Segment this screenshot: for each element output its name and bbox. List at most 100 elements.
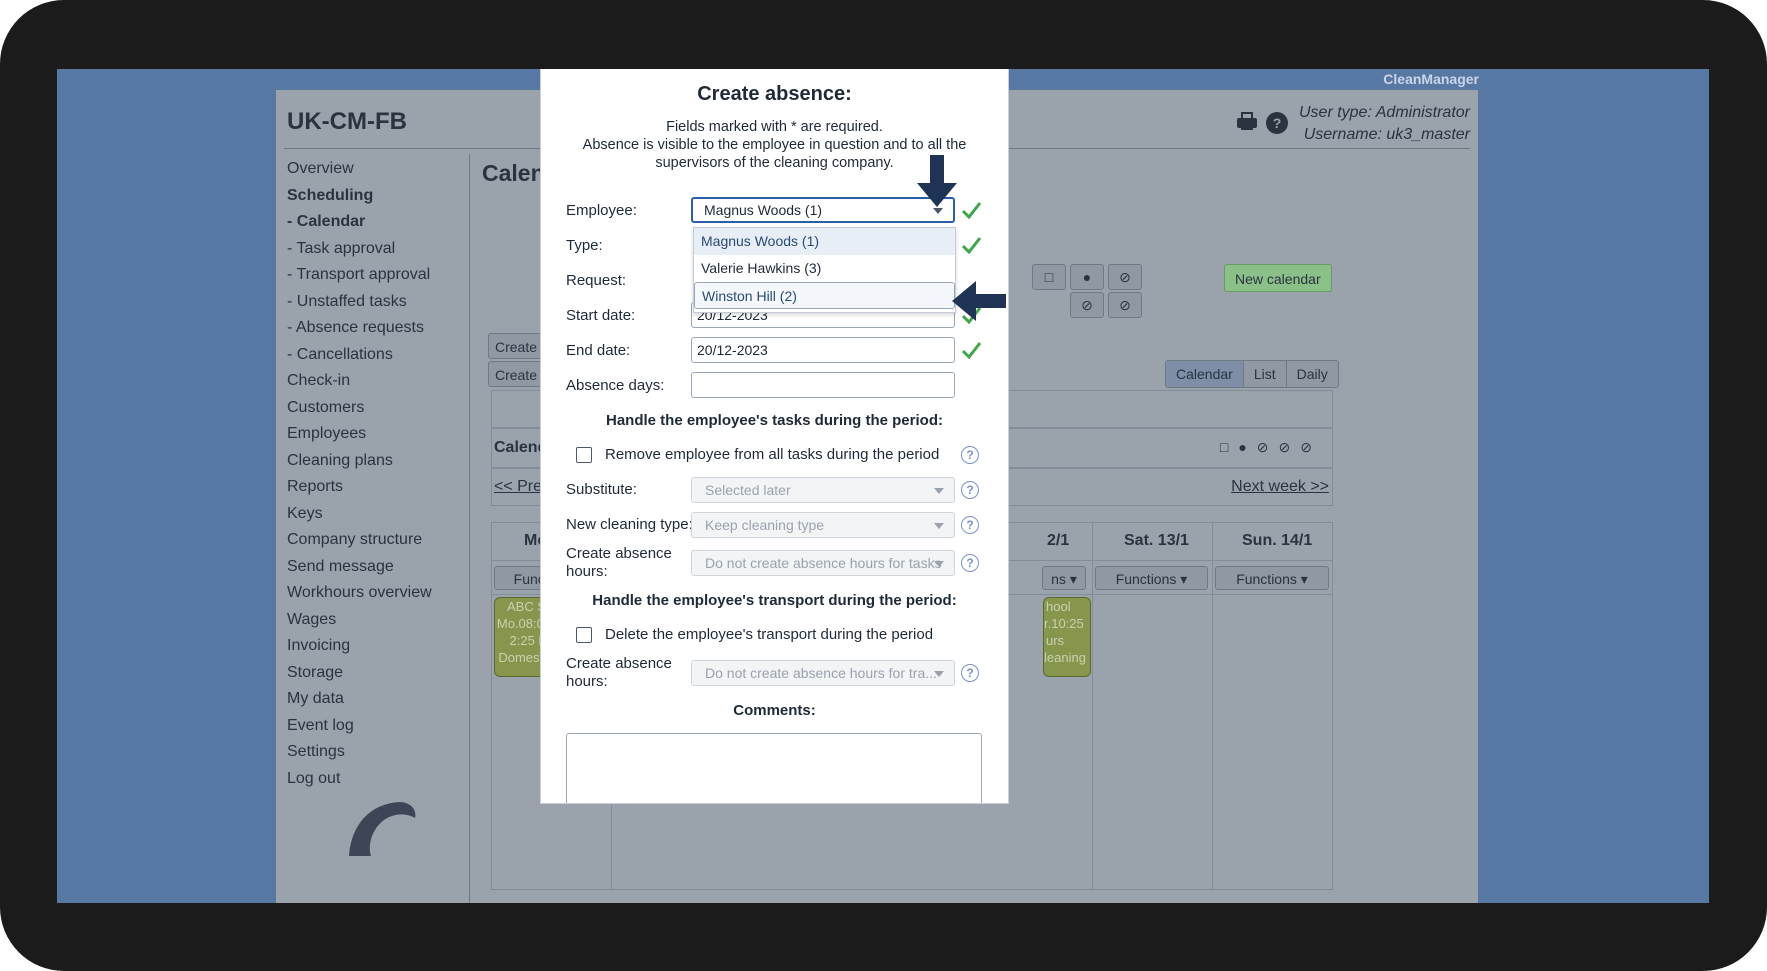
sidebar-item[interactable]: Event log [287,713,487,740]
sidebar-item[interactable]: Overview [287,156,487,183]
absence-hours-transport-label: Create absence hours: [566,655,672,690]
substitute-label: Substitute: [566,481,637,498]
view-list-tab[interactable]: List [1242,361,1286,387]
task-card-fri[interactable]: hool r.10:25 urs leaning [1043,597,1091,677]
request-label: Request: [566,272,627,289]
printer-icon[interactable] [1236,112,1258,132]
absence-hours-tasks-select[interactable]: Do not create absence hours for tasks [691,550,955,576]
view-calendar-tab[interactable]: Calendar [1166,361,1243,387]
end-date-label: End date: [566,342,631,359]
help-icon[interactable]: ? [961,664,979,682]
comments-textarea[interactable] [566,733,982,803]
new-calendar-button[interactable]: New calendar [1224,264,1332,292]
day-header-fri: 2/1 [1047,532,1070,549]
comments-label: Comments: [733,702,816,719]
sidebar-item[interactable]: - Absence requests [287,315,487,342]
username: Username: uk3_master [1303,126,1470,143]
transport-heading: Handle the employee's transport during t… [592,592,957,609]
sidebar-item[interactable]: Customers [287,395,487,422]
sidebar-item[interactable]: Keys [287,501,487,528]
help-icon[interactable]: ? [961,554,979,572]
functions-button-sun[interactable]: Functions ▾ [1215,566,1329,590]
cleaning-type-select[interactable]: Keep cleaning type [691,512,955,538]
help-icon[interactable]: ? [961,516,979,534]
sidebar-item[interactable]: Scheduling [287,183,487,210]
sidebar-item[interactable]: Company structure [287,527,487,554]
sidebar-divider [469,154,470,903]
no-person-alt-icon[interactable]: ⊘ [1108,292,1142,318]
remove-from-tasks-label: Remove employee from all tasks during th… [605,446,940,463]
grid-col-line [1092,522,1093,890]
day-header-sun: Sun. 14/1 [1242,532,1313,549]
sidebar-item[interactable]: - Cancellations [287,342,487,369]
user-info: User type: Administrator Username: uk3_m… [1299,102,1470,146]
delete-transport-label: Delete the employee's transport during t… [605,626,934,643]
screen: CleanManager UK-CM-FB ? User type: Admin… [57,69,1709,903]
sidebar-nav: Overview Scheduling - Calendar - Task app… [287,156,487,792]
sidebar-item[interactable]: Invoicing [287,633,487,660]
sidebar-item[interactable]: - Calendar [287,209,487,236]
new-cleaning-type-label: New cleaning type: [566,516,693,533]
employee-option[interactable]: Magnus Woods (1) [694,228,955,255]
tasks-heading: Handle the employee's tasks during the p… [606,412,943,429]
chevron-down-icon [934,561,944,567]
delete-transport-checkbox[interactable] [576,627,592,643]
view-switcher: Calendar List Daily [1165,360,1339,388]
sidebar-item[interactable]: Send message [287,554,487,581]
help-icon[interactable]: ? [961,481,979,499]
header-icons: ? [1236,112,1288,134]
absence-hours-tasks-label: Create absence hours: [566,545,672,580]
user-type: User type: Administrator [1298,104,1470,121]
no-document-icon[interactable]: ⊘ [1108,264,1142,290]
no-person-icon[interactable]: ⊘ [1070,292,1104,318]
day-header-sat: Sat. 13/1 [1124,532,1189,549]
sidebar-item[interactable]: Check-in [287,368,487,395]
check-icon [961,342,982,360]
remove-from-tasks-checkbox[interactable] [576,447,592,463]
sidebar-item[interactable]: Storage [287,660,487,687]
chevron-down-icon [934,488,944,494]
end-date-field[interactable]: 20/12-2023 [691,337,955,363]
check-icon [961,237,982,255]
sidebar-item[interactable]: - Unstaffed tasks [287,289,487,316]
check-icon [961,202,982,220]
employee-label: Employee: [566,202,637,219]
company-title: UK-CM-FB [287,108,407,135]
company-logo [349,802,416,856]
sidebar-item[interactable]: Wages [287,607,487,634]
sidebar-item[interactable]: - Transport approval [287,262,487,289]
sidebar-item[interactable]: Employees [287,421,487,448]
sidebar-item[interactable]: - Task approval [287,236,487,263]
chevron-down-icon [934,671,944,677]
employee-option[interactable]: Winston Hill (2) [694,282,955,309]
device-frame: CleanManager UK-CM-FB ? User type: Admin… [0,0,1767,971]
help-icon[interactable]: ? [1266,112,1288,134]
document-icon[interactable]: □ [1032,264,1066,290]
sidebar-item[interactable]: My data [287,686,487,713]
substitute-select[interactable]: Selected later [691,477,955,503]
arrow-left-icon [952,281,1006,321]
arrow-down-icon [917,155,957,207]
sidebar-item[interactable]: Log out [287,766,487,793]
functions-button-fri[interactable]: ns ▾ [1042,566,1086,590]
dialog-title: Create absence: [697,83,852,105]
start-date-label: Start date: [566,307,636,324]
employee-dropdown-list: Magnus Woods (1) Valerie Hawkins (3) Win… [693,227,956,313]
type-label: Type: [566,237,603,254]
sidebar-item[interactable]: Settings [287,739,487,766]
chevron-down-icon [934,523,944,529]
absence-days-label: Absence days: [566,377,665,394]
sidebar-item[interactable]: Reports [287,474,487,501]
absence-days-field[interactable] [691,372,955,398]
absence-hours-transport-select[interactable]: Do not create absence hours for tra... [691,660,955,686]
employee-option[interactable]: Valerie Hawkins (3) [694,255,955,282]
help-icon[interactable]: ? [961,446,979,464]
view-daily-tab[interactable]: Daily [1285,361,1338,387]
car-icon[interactable]: ● [1070,264,1104,290]
sidebar-item[interactable]: Workhours overview [287,580,487,607]
brand-label: CleanManager [1383,71,1479,87]
legend-icons: □●⊘⊘⊘ [1219,439,1322,455]
functions-button-sat[interactable]: Functions ▾ [1095,566,1208,590]
next-week-link[interactable]: Next week >> [1231,478,1329,496]
sidebar-item[interactable]: Cleaning plans [287,448,487,475]
